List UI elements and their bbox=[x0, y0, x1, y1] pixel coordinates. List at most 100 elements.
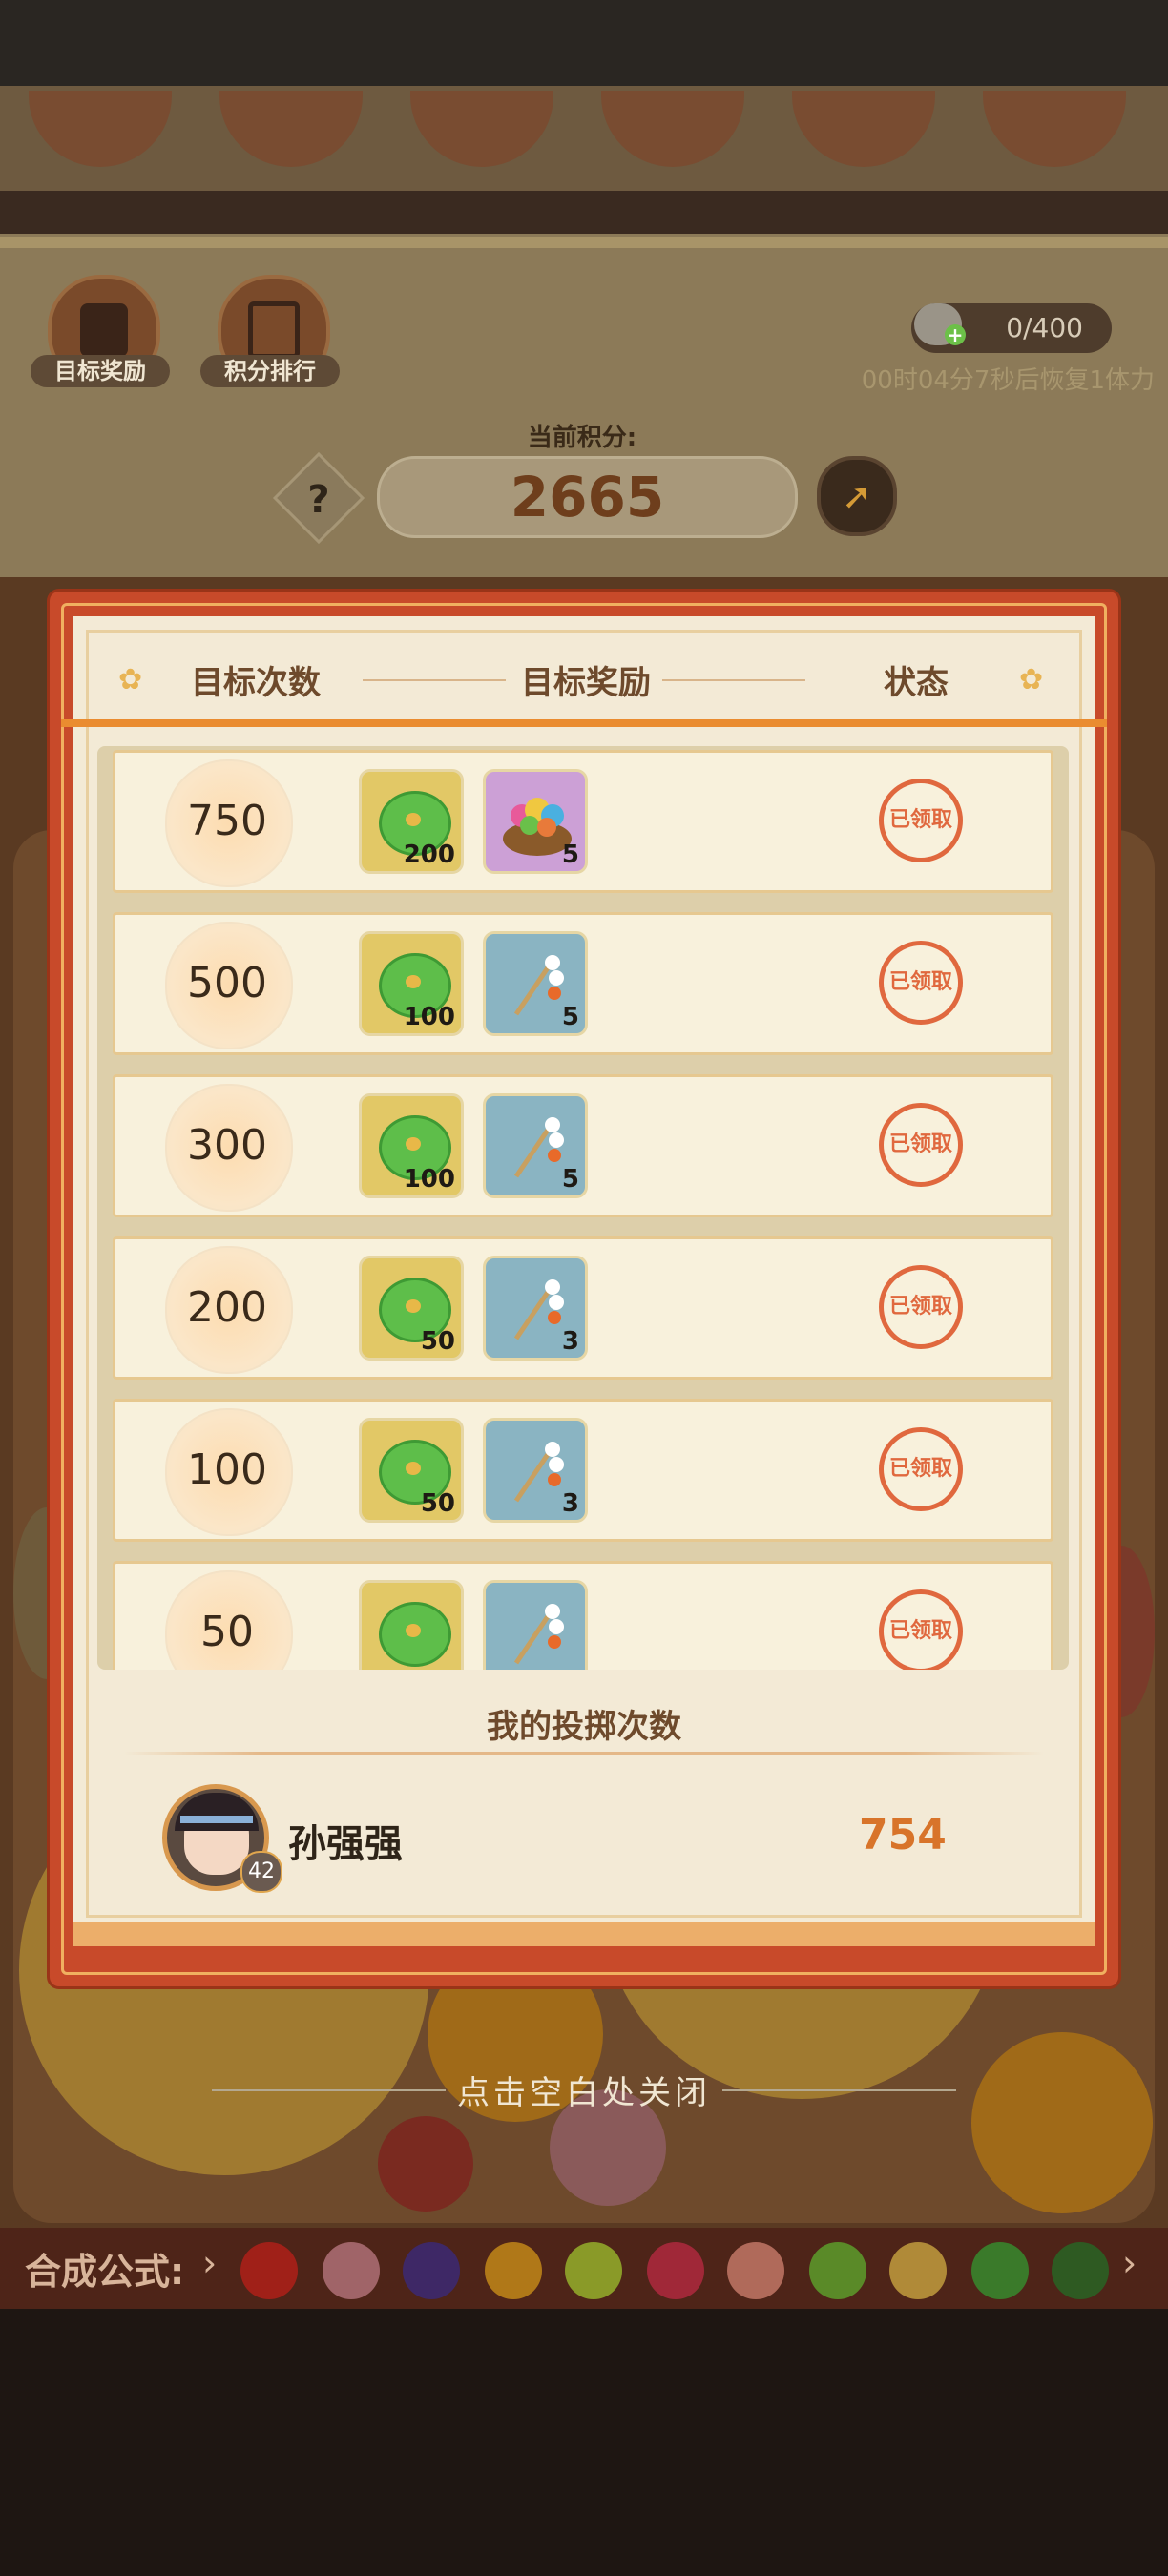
target-reward-label: 目标奖励 bbox=[31, 355, 170, 387]
flower-icon: ✿ bbox=[118, 663, 143, 696]
help-icon: ? bbox=[307, 478, 330, 522]
formula-orange-icon bbox=[485, 2242, 542, 2299]
reward-row: 50 已领取 bbox=[113, 1561, 1053, 1670]
coin-hole bbox=[406, 813, 421, 826]
reward-qty: 200 bbox=[403, 841, 455, 869]
claimed-stamp: 已领取 bbox=[879, 941, 963, 1025]
formula-coconut-icon bbox=[971, 2242, 1029, 2299]
stick-icon bbox=[509, 1113, 566, 1180]
reward-item[interactable]: 200 bbox=[359, 769, 464, 874]
reward-item[interactable]: 100 bbox=[359, 931, 464, 1036]
reward-qty: 5 bbox=[561, 841, 579, 869]
header-divider bbox=[662, 679, 805, 681]
fruit-cherry bbox=[378, 2116, 473, 2212]
reward-qty: 3 bbox=[561, 1489, 579, 1518]
reward-item[interactable]: 5 bbox=[483, 769, 588, 874]
target-count: 50 bbox=[200, 1608, 254, 1656]
formula-kiwi-icon bbox=[809, 2242, 866, 2299]
coin-icon bbox=[379, 1602, 451, 1667]
reward-item[interactable] bbox=[483, 1580, 588, 1670]
formula-lemon-icon bbox=[565, 2242, 622, 2299]
target-count: 750 bbox=[187, 797, 267, 845]
ranking-label: 积分排行 bbox=[200, 355, 340, 387]
header-status: 状态 bbox=[884, 664, 949, 702]
chevron-right-icon: › bbox=[1122, 2242, 1137, 2284]
scroll-icon bbox=[248, 301, 300, 359]
header-count: 目标次数 bbox=[191, 664, 321, 702]
hud-panel-edge bbox=[0, 237, 1168, 248]
claimed-stamp: 已领取 bbox=[879, 1589, 963, 1670]
reward-row: 300 100 5 已领取 bbox=[113, 1074, 1053, 1217]
formula-watermelon-icon bbox=[1052, 2242, 1109, 2299]
header-reward: 目标奖励 bbox=[521, 664, 651, 702]
target-count: 200 bbox=[187, 1283, 267, 1332]
coin-hole bbox=[406, 975, 421, 988]
reward-qty: 5 bbox=[561, 1165, 579, 1194]
modal-bottom-band bbox=[73, 1922, 1095, 1946]
stick-icon bbox=[509, 951, 566, 1018]
stick-icon bbox=[509, 1600, 566, 1667]
flower-icon: ✿ bbox=[1019, 663, 1044, 696]
reward-item[interactable] bbox=[359, 1580, 464, 1670]
my-throws-title: 我的投掷次数 bbox=[487, 1708, 681, 1746]
formula-grape-icon bbox=[403, 2242, 460, 2299]
target-count: 100 bbox=[187, 1445, 267, 1494]
reward-item[interactable]: 50 bbox=[359, 1418, 464, 1523]
coin-hole bbox=[406, 1462, 421, 1475]
player-name: 孙强强 bbox=[288, 1822, 403, 1866]
target-count: 300 bbox=[187, 1121, 267, 1170]
reward-item[interactable]: 100 bbox=[359, 1093, 464, 1198]
coin-hole bbox=[406, 1137, 421, 1151]
coin-hole bbox=[406, 1624, 421, 1637]
reward-item[interactable]: 5 bbox=[483, 931, 588, 1036]
reward-item[interactable]: 5 bbox=[483, 1093, 588, 1198]
avatar-headband bbox=[180, 1816, 253, 1823]
formula-pineapple-icon bbox=[889, 2242, 947, 2299]
add-stamina-button[interactable]: + bbox=[945, 324, 966, 345]
header-rule bbox=[61, 719, 1107, 727]
claimed-stamp: 已领取 bbox=[879, 1103, 963, 1187]
reward-qty: 100 bbox=[403, 1003, 455, 1031]
stick-icon bbox=[509, 1438, 566, 1505]
share-button[interactable]: ➚ bbox=[817, 456, 897, 536]
reward-row: 100 50 3 已领取 bbox=[113, 1399, 1053, 1542]
formula-label: 合成公式: bbox=[25, 2251, 185, 2293]
stick-icon bbox=[509, 1276, 566, 1342]
claimed-stamp: 已领取 bbox=[879, 1265, 963, 1349]
reward-qty: 50 bbox=[420, 1327, 455, 1356]
reward-row: 750 200 5 已领取 bbox=[113, 750, 1053, 893]
claimed-stamp: 已领取 bbox=[879, 1427, 963, 1511]
header-divider bbox=[363, 679, 506, 681]
player-throw-count: 754 bbox=[859, 1811, 947, 1859]
claimed-stamp: 已领取 bbox=[879, 779, 963, 862]
recover-timer: 00时04分7秒后恢复1体力 bbox=[861, 366, 1155, 395]
reward-row: 200 50 3 已领取 bbox=[113, 1236, 1053, 1380]
close-hint-line bbox=[722, 2089, 956, 2091]
reward-list[interactable]: 750 200 5 已领取 500 100 5 已领取 300 100 5 已领取 200 50 3 已领取 1… bbox=[97, 746, 1069, 1670]
level-badge: 42 bbox=[240, 1851, 282, 1893]
formula-cherry-icon bbox=[240, 2242, 298, 2299]
coin-hole bbox=[406, 1299, 421, 1313]
my-throws-divider bbox=[124, 1752, 1044, 1755]
chevron-right-icon: › bbox=[202, 2242, 218, 2284]
share-arrow-icon: ➚ bbox=[842, 475, 872, 517]
reward-row: 500 100 5 已领取 bbox=[113, 912, 1053, 1055]
stove-icon bbox=[80, 303, 128, 357]
formula-lychee-icon bbox=[323, 2242, 380, 2299]
fruit-orange bbox=[971, 2032, 1153, 2213]
reward-qty: 5 bbox=[561, 1003, 579, 1031]
current-score-label: 当前积分: bbox=[527, 424, 637, 452]
reward-item[interactable]: 3 bbox=[483, 1256, 588, 1361]
reward-qty: 50 bbox=[420, 1489, 455, 1518]
reward-qty: 100 bbox=[403, 1165, 455, 1194]
shelf-bottom bbox=[0, 191, 1168, 234]
status-strip bbox=[0, 0, 1168, 86]
formula-peach-icon bbox=[727, 2242, 784, 2299]
avatar-hair bbox=[175, 1793, 259, 1831]
formula-apple-icon bbox=[647, 2242, 704, 2299]
target-count: 500 bbox=[187, 959, 267, 1008]
reward-item[interactable]: 50 bbox=[359, 1256, 464, 1361]
reward-item[interactable]: 3 bbox=[483, 1418, 588, 1523]
reward-qty: 3 bbox=[561, 1327, 579, 1356]
current-score: 2665 bbox=[377, 456, 798, 538]
